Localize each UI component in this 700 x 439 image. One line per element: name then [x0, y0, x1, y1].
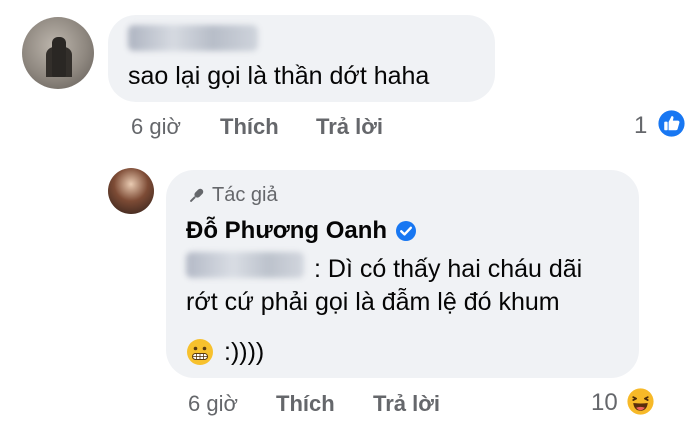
reply-button[interactable]: Trả lời [373, 391, 440, 417]
author-name[interactable]: Đỗ Phương Oanh [186, 217, 387, 245]
like-button[interactable]: Thích [276, 391, 335, 417]
reply-button[interactable]: Trả lời [316, 114, 383, 140]
microphone-icon [190, 188, 204, 202]
mentioned-user-blurred[interactable] [186, 252, 304, 278]
reply-bubble: Tác giả Đỗ Phương Oanh : Dì có thấy hai … [166, 170, 639, 378]
like-icon[interactable] [656, 108, 687, 139]
author-badge-label: Tác giả [212, 184, 278, 206]
verified-badge-icon [396, 221, 417, 241]
commenter-avatar[interactable] [22, 17, 94, 89]
reply-text-line1: : Dì có thấy hai cháu dãi [314, 255, 583, 283]
comment-timestamp[interactable]: 6 giờ [131, 114, 181, 140]
comment-text: sao lại gọi là thần dớt haha [128, 62, 430, 90]
author-badge: Tác giả [186, 184, 278, 207]
author-name-row: Đỗ Phương Oanh [186, 217, 417, 245]
like-button[interactable]: Thích [220, 114, 279, 140]
grimacing-face-icon [187, 339, 213, 365]
reaction-count[interactable]: 10 [591, 389, 618, 417]
commenter-name-blurred[interactable] [128, 25, 258, 51]
reply-text-line2: rớt cứ phải gọi là đẫm lệ đó khum [186, 288, 560, 316]
author-avatar[interactable] [108, 168, 154, 214]
reply-text-line3: :)))) [224, 338, 265, 366]
reaction-count[interactable]: 1 [634, 112, 647, 140]
haha-icon[interactable] [625, 386, 656, 417]
comment-bubble: sao lại gọi là thần dớt haha [108, 15, 495, 102]
reply-timestamp[interactable]: 6 giờ [188, 391, 238, 417]
